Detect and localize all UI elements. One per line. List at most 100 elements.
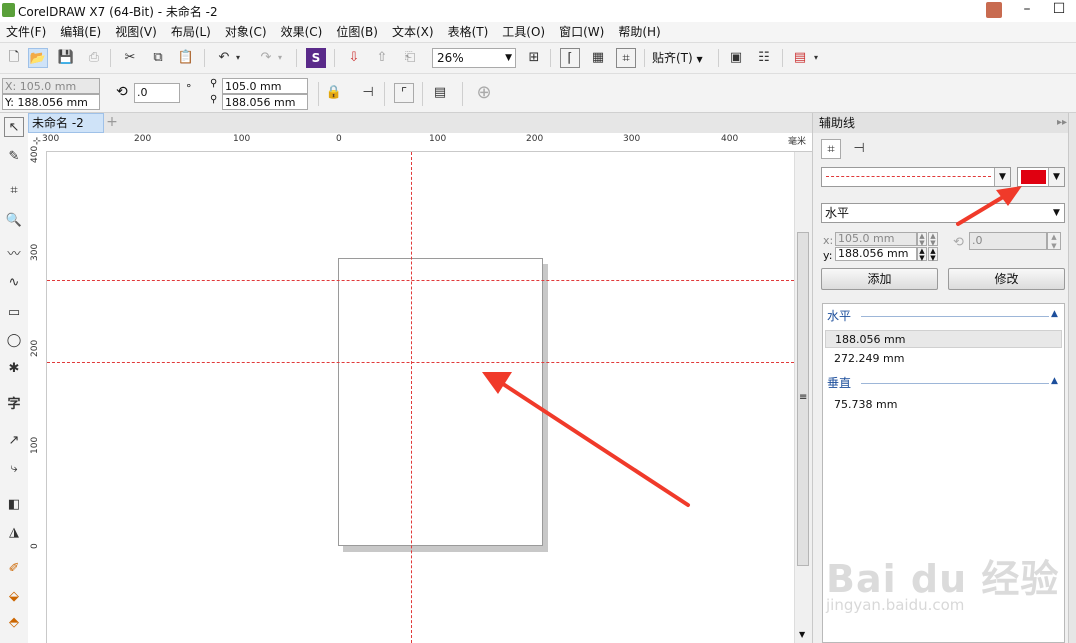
drawing-canvas[interactable]: [47, 152, 794, 643]
redo-icon[interactable]: ↷: [256, 48, 276, 68]
save-icon[interactable]: 💾: [56, 48, 76, 68]
orientation-dropdown[interactable]: 水平 ▼: [821, 203, 1065, 223]
ellipse-tool-icon[interactable]: ◯: [4, 331, 24, 351]
angle-spinner-icon[interactable]: ▲ ▼: [1047, 232, 1061, 250]
zoom-level-select[interactable]: 26% ▼: [432, 48, 516, 68]
color-eyedropper-tool-icon[interactable]: ✐: [4, 559, 24, 579]
document-page[interactable]: [338, 258, 543, 546]
x-spinner-icon[interactable]: ▲ ▼: [928, 232, 938, 247]
redo-dropdown-icon[interactable]: ▾: [274, 48, 286, 68]
drop-shadow-tool-icon[interactable]: ◧: [4, 495, 24, 515]
welcome-screen-icon[interactable]: ▣: [726, 48, 746, 68]
lock-icon[interactable]: 🔒: [324, 83, 344, 103]
menu-table[interactable]: 表格(T): [448, 22, 489, 42]
vertical-scrollbar[interactable]: ≡ ▼: [794, 152, 813, 643]
shape-tool-icon[interactable]: ✎: [4, 147, 24, 167]
connector-tool-icon[interactable]: ⤷: [4, 459, 24, 479]
guide-angle-input[interactable]: .0: [969, 232, 1047, 250]
copy-icon[interactable]: ⧉: [148, 48, 168, 68]
new-document-icon[interactable]: 🗋: [4, 48, 24, 68]
launcher-dropdown-icon[interactable]: ▾: [810, 48, 822, 68]
full-screen-icon[interactable]: ⊞: [524, 48, 544, 68]
application-launcher-icon[interactable]: ▤: [790, 48, 810, 68]
parallel-dimension-tool-icon[interactable]: ↗: [4, 431, 24, 451]
pick-tool-icon[interactable]: ↖: [4, 117, 24, 137]
vertical-ruler[interactable]: 400 300 200 100 0: [28, 146, 47, 643]
object-properties-icon[interactable]: ▤: [430, 83, 450, 103]
smart-fill-tool-icon[interactable]: ⬘: [4, 613, 24, 633]
guide-x-field[interactable]: 105.0 mm: [222, 78, 308, 94]
scroll-down-icon[interactable]: ▼: [799, 630, 805, 639]
docker-side-tab[interactable]: [1068, 113, 1076, 643]
y-spinner-icon[interactable]: ▲ ▼: [917, 247, 927, 262]
line-style-dropdown[interactable]: ▼: [821, 167, 1011, 187]
menu-effects[interactable]: 效果(C): [281, 22, 323, 42]
show-guidelines-icon[interactable]: ⌗: [616, 48, 636, 68]
search-content-icon[interactable]: S: [306, 48, 326, 68]
line-color-picker[interactable]: ▼: [1017, 167, 1065, 187]
collapse-caret-icon[interactable]: ▲: [1051, 309, 1058, 319]
horizontal-guideline[interactable]: [47, 280, 794, 281]
guide-x-input[interactable]: 105.0 mm: [835, 232, 917, 246]
publish-pdf-icon[interactable]: ⎗: [400, 48, 420, 68]
add-tab-icon[interactable]: +: [104, 115, 120, 131]
snap-to-guidelines-icon[interactable]: ⊣: [849, 139, 869, 159]
open-folder-icon[interactable]: 📂: [28, 48, 48, 68]
menu-layout[interactable]: 布局(L): [171, 22, 211, 42]
x-spinner-icon[interactable]: ▲ ▼: [917, 232, 927, 247]
horizontal-ruler[interactable]: 300 200 100 0 100 200 300 400 毫米: [42, 133, 812, 152]
menu-edit[interactable]: 编辑(E): [60, 22, 101, 42]
print-icon[interactable]: ⎙: [84, 48, 104, 68]
rectangle-tool-icon[interactable]: ▭: [4, 303, 24, 323]
vertical-group-title[interactable]: 垂直: [827, 374, 851, 391]
undo-icon[interactable]: ↶: [214, 48, 234, 68]
vertical-guideline[interactable]: [411, 152, 412, 643]
guide-list-item[interactable]: 75.738 mm: [825, 396, 1062, 414]
horizontal-guideline[interactable]: [47, 362, 794, 363]
rotation-angle-field[interactable]: .0: [134, 83, 180, 103]
paste-icon[interactable]: 📋: [176, 48, 196, 68]
add-guide-button[interactable]: 添加: [821, 268, 938, 290]
guide-list-item[interactable]: 272.249 mm: [825, 350, 1062, 368]
undo-dropdown-icon[interactable]: ▾: [232, 48, 244, 68]
menu-window[interactable]: 窗口(W): [559, 22, 604, 42]
show-grid-icon[interactable]: ▦: [588, 48, 608, 68]
menu-view[interactable]: 视图(V): [115, 22, 157, 42]
menu-text[interactable]: 文本(X): [392, 22, 434, 42]
modify-guide-button[interactable]: 修改: [948, 268, 1065, 290]
minimize-button[interactable]: –: [1012, 0, 1042, 20]
add-icon[interactable]: ⊕: [474, 83, 494, 103]
maximize-button[interactable]: ☐: [1044, 0, 1074, 20]
guide-y-input[interactable]: 188.056 mm: [835, 247, 917, 261]
freehand-tool-icon[interactable]: 〰: [4, 245, 24, 265]
guide-y-field[interactable]: 188.056 mm: [222, 94, 308, 110]
polygon-tool-icon[interactable]: ✱: [4, 359, 24, 379]
menu-bitmaps[interactable]: 位图(B): [336, 22, 378, 42]
user-icon[interactable]: [986, 2, 1002, 18]
guide-list-item[interactable]: 188.056 mm: [825, 330, 1062, 348]
tab-document[interactable]: 未命名 -2: [28, 113, 104, 133]
interactive-fill-tool-icon[interactable]: ⬙: [4, 587, 24, 607]
options-icon[interactable]: ☷: [754, 48, 774, 68]
cut-icon[interactable]: ✂: [120, 48, 140, 68]
show-rulers-icon[interactable]: ⌈: [560, 48, 580, 68]
snap-to-dropdown[interactable]: 贴齐(T) ▼: [652, 48, 703, 70]
guide-layer-icon[interactable]: ⌜: [394, 83, 414, 103]
collapse-docker-icon[interactable]: ▸▸: [1057, 113, 1067, 133]
crop-tool-icon[interactable]: ⌗: [4, 181, 24, 201]
y-spinner-icon[interactable]: ▲ ▼: [928, 247, 938, 262]
export-icon[interactable]: ⇧: [372, 48, 392, 68]
menu-tools[interactable]: 工具(O): [502, 22, 545, 42]
artistic-media-tool-icon[interactable]: ∿: [4, 273, 24, 293]
menu-object[interactable]: 对象(C): [225, 22, 267, 42]
horizontal-group-title[interactable]: 水平: [827, 307, 851, 324]
guide-preset-icon[interactable]: ⊣: [358, 83, 378, 103]
menu-file[interactable]: 文件(F): [6, 22, 46, 42]
y-position-field[interactable]: Y: 188.056 mm: [2, 94, 100, 110]
transparency-tool-icon[interactable]: ◮: [4, 523, 24, 543]
show-guidelines-toggle-icon[interactable]: ⌗: [821, 139, 841, 159]
text-tool-icon[interactable]: 字: [4, 395, 24, 415]
import-icon[interactable]: ⇩: [344, 48, 364, 68]
collapse-caret-icon[interactable]: ▲: [1051, 376, 1058, 386]
zoom-tool-icon[interactable]: 🔍: [4, 211, 24, 231]
